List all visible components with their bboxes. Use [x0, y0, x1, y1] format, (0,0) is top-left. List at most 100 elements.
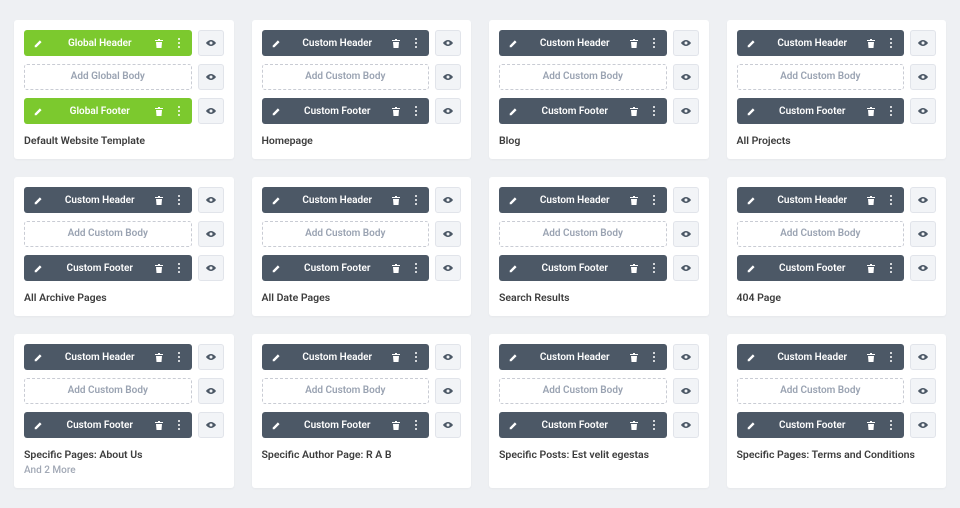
- template-subtitle[interactable]: And 2 More: [24, 465, 224, 476]
- visibility-toggle[interactable]: [673, 30, 699, 56]
- trash-icon[interactable]: [864, 193, 878, 207]
- visibility-toggle[interactable]: [198, 412, 224, 438]
- pencil-icon[interactable]: [743, 194, 761, 206]
- visibility-toggle[interactable]: [435, 412, 461, 438]
- kebab-icon[interactable]: [884, 36, 898, 50]
- kebab-icon[interactable]: [884, 261, 898, 275]
- kebab-icon[interactable]: [172, 104, 186, 118]
- pencil-icon[interactable]: [268, 37, 286, 49]
- visibility-toggle[interactable]: [435, 30, 461, 56]
- kebab-icon[interactable]: [647, 261, 661, 275]
- trash-icon[interactable]: [389, 261, 403, 275]
- trash-icon[interactable]: [389, 36, 403, 50]
- visibility-toggle[interactable]: [910, 378, 936, 404]
- header-bar[interactable]: Custom Header: [24, 187, 192, 213]
- add-body-button[interactable]: Add Custom Body: [499, 221, 667, 247]
- pencil-icon[interactable]: [505, 194, 523, 206]
- add-body-button[interactable]: Add Custom Body: [737, 221, 905, 247]
- trash-icon[interactable]: [152, 261, 166, 275]
- header-bar[interactable]: Custom Header: [737, 187, 905, 213]
- pencil-icon[interactable]: [30, 37, 48, 49]
- pencil-icon[interactable]: [268, 419, 286, 431]
- trash-icon[interactable]: [864, 350, 878, 364]
- visibility-toggle[interactable]: [198, 98, 224, 124]
- visibility-toggle[interactable]: [910, 187, 936, 213]
- pencil-icon[interactable]: [268, 194, 286, 206]
- pencil-icon[interactable]: [30, 419, 48, 431]
- visibility-toggle[interactable]: [910, 344, 936, 370]
- footer-bar[interactable]: Custom Footer: [262, 412, 430, 438]
- pencil-icon[interactable]: [743, 37, 761, 49]
- trash-icon[interactable]: [389, 193, 403, 207]
- pencil-icon[interactable]: [743, 105, 761, 117]
- kebab-icon[interactable]: [884, 193, 898, 207]
- footer-bar[interactable]: Custom Footer: [737, 98, 905, 124]
- pencil-icon[interactable]: [505, 419, 523, 431]
- visibility-toggle[interactable]: [673, 64, 699, 90]
- add-body-button[interactable]: Add Custom Body: [737, 64, 905, 90]
- header-bar[interactable]: Custom Header: [499, 30, 667, 56]
- trash-icon[interactable]: [152, 36, 166, 50]
- visibility-toggle[interactable]: [673, 255, 699, 281]
- header-bar[interactable]: Custom Header: [262, 30, 430, 56]
- footer-bar[interactable]: Custom Footer: [499, 98, 667, 124]
- header-bar[interactable]: Custom Header: [262, 187, 430, 213]
- kebab-icon[interactable]: [647, 350, 661, 364]
- kebab-icon[interactable]: [172, 193, 186, 207]
- visibility-toggle[interactable]: [673, 412, 699, 438]
- kebab-icon[interactable]: [647, 193, 661, 207]
- trash-icon[interactable]: [152, 350, 166, 364]
- trash-icon[interactable]: [864, 104, 878, 118]
- trash-icon[interactable]: [627, 418, 641, 432]
- visibility-toggle[interactable]: [198, 378, 224, 404]
- pencil-icon[interactable]: [268, 351, 286, 363]
- header-bar[interactable]: Custom Header: [737, 30, 905, 56]
- kebab-icon[interactable]: [172, 261, 186, 275]
- trash-icon[interactable]: [389, 418, 403, 432]
- trash-icon[interactable]: [389, 350, 403, 364]
- kebab-icon[interactable]: [884, 104, 898, 118]
- visibility-toggle[interactable]: [673, 187, 699, 213]
- trash-icon[interactable]: [627, 193, 641, 207]
- visibility-toggle[interactable]: [198, 344, 224, 370]
- trash-icon[interactable]: [152, 418, 166, 432]
- trash-icon[interactable]: [389, 104, 403, 118]
- pencil-icon[interactable]: [30, 194, 48, 206]
- pencil-icon[interactable]: [743, 419, 761, 431]
- add-body-button[interactable]: Add Custom Body: [24, 221, 192, 247]
- footer-bar[interactable]: Custom Footer: [737, 412, 905, 438]
- visibility-toggle[interactable]: [673, 378, 699, 404]
- footer-bar[interactable]: Custom Footer: [24, 412, 192, 438]
- kebab-icon[interactable]: [409, 350, 423, 364]
- pencil-icon[interactable]: [30, 262, 48, 274]
- trash-icon[interactable]: [627, 104, 641, 118]
- visibility-toggle[interactable]: [198, 64, 224, 90]
- trash-icon[interactable]: [627, 36, 641, 50]
- visibility-toggle[interactable]: [910, 221, 936, 247]
- visibility-toggle[interactable]: [198, 221, 224, 247]
- visibility-toggle[interactable]: [673, 221, 699, 247]
- footer-bar[interactable]: Custom Footer: [499, 412, 667, 438]
- footer-bar[interactable]: Custom Footer: [24, 255, 192, 281]
- kebab-icon[interactable]: [884, 418, 898, 432]
- kebab-icon[interactable]: [409, 418, 423, 432]
- header-bar[interactable]: Custom Header: [499, 187, 667, 213]
- footer-bar[interactable]: Custom Footer: [262, 98, 430, 124]
- visibility-toggle[interactable]: [435, 255, 461, 281]
- trash-icon[interactable]: [864, 261, 878, 275]
- header-bar[interactable]: Custom Header: [499, 344, 667, 370]
- kebab-icon[interactable]: [409, 261, 423, 275]
- trash-icon[interactable]: [152, 193, 166, 207]
- kebab-icon[interactable]: [647, 36, 661, 50]
- visibility-toggle[interactable]: [910, 412, 936, 438]
- add-body-button[interactable]: Add Custom Body: [262, 64, 430, 90]
- footer-bar[interactable]: Global Footer: [24, 98, 192, 124]
- add-body-button[interactable]: Add Custom Body: [737, 378, 905, 404]
- header-bar[interactable]: Custom Header: [262, 344, 430, 370]
- visibility-toggle[interactable]: [435, 187, 461, 213]
- kebab-icon[interactable]: [884, 350, 898, 364]
- add-body-button[interactable]: Add Custom Body: [262, 378, 430, 404]
- pencil-icon[interactable]: [505, 105, 523, 117]
- visibility-toggle[interactable]: [673, 344, 699, 370]
- add-body-button[interactable]: Add Custom Body: [24, 378, 192, 404]
